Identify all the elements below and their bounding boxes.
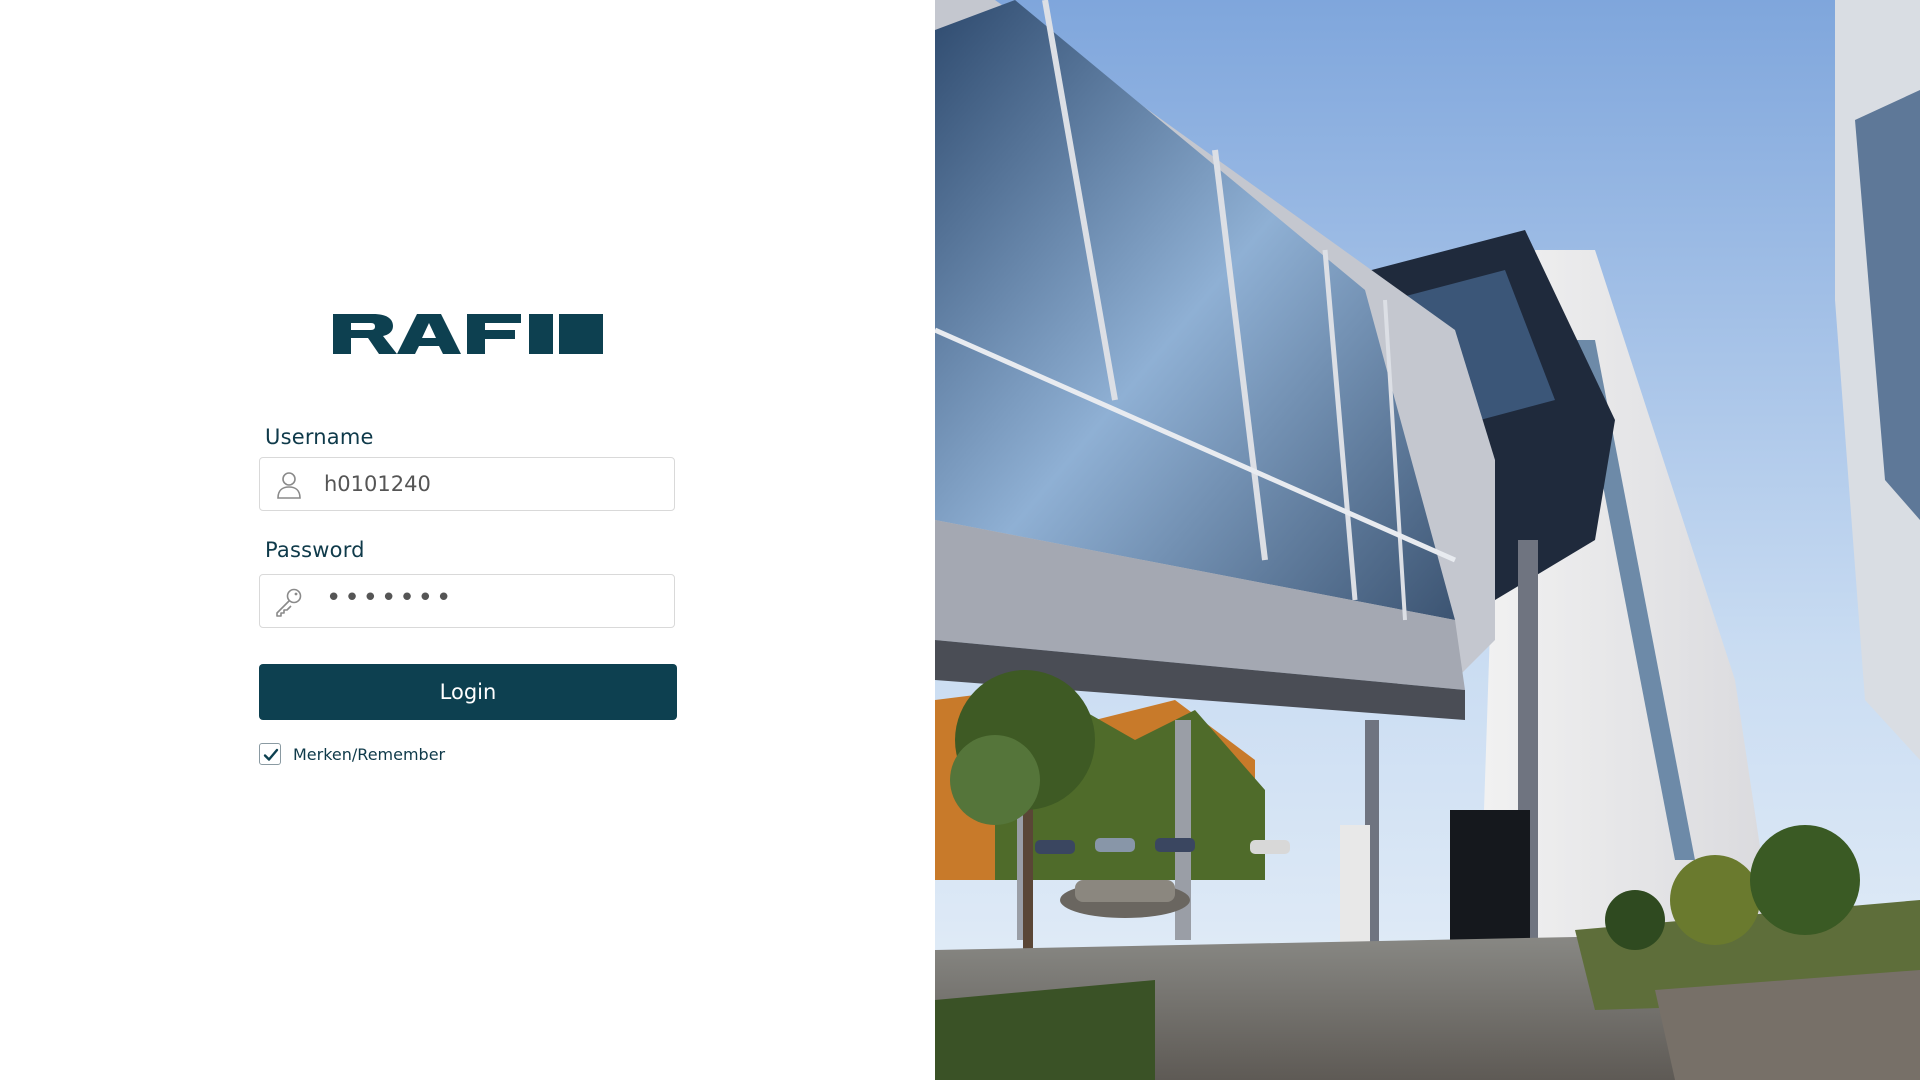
- key-icon: [273, 586, 305, 618]
- password-field[interactable]: •••••••: [259, 574, 675, 628]
- login-panel: Username h0101240 Password ••••••• Login…: [0, 0, 935, 1080]
- remember-label: Merken/Remember: [293, 744, 446, 764]
- checkmark-icon: [263, 748, 279, 761]
- username-value: h0101240: [324, 472, 431, 496]
- login-button[interactable]: Login: [259, 664, 677, 720]
- remember-checkbox[interactable]: [259, 743, 281, 765]
- username-field[interactable]: h0101240: [259, 457, 675, 511]
- password-value: •••••••: [326, 583, 455, 613]
- remember-option[interactable]: Merken/Remember: [259, 743, 445, 765]
- user-icon: [273, 469, 305, 501]
- password-label: Password: [265, 538, 365, 562]
- rafi-logo: [333, 314, 603, 354]
- building-photo: [935, 0, 1920, 1080]
- login-page: Username h0101240 Password ••••••• Login…: [0, 0, 1920, 1080]
- username-label: Username: [265, 425, 374, 449]
